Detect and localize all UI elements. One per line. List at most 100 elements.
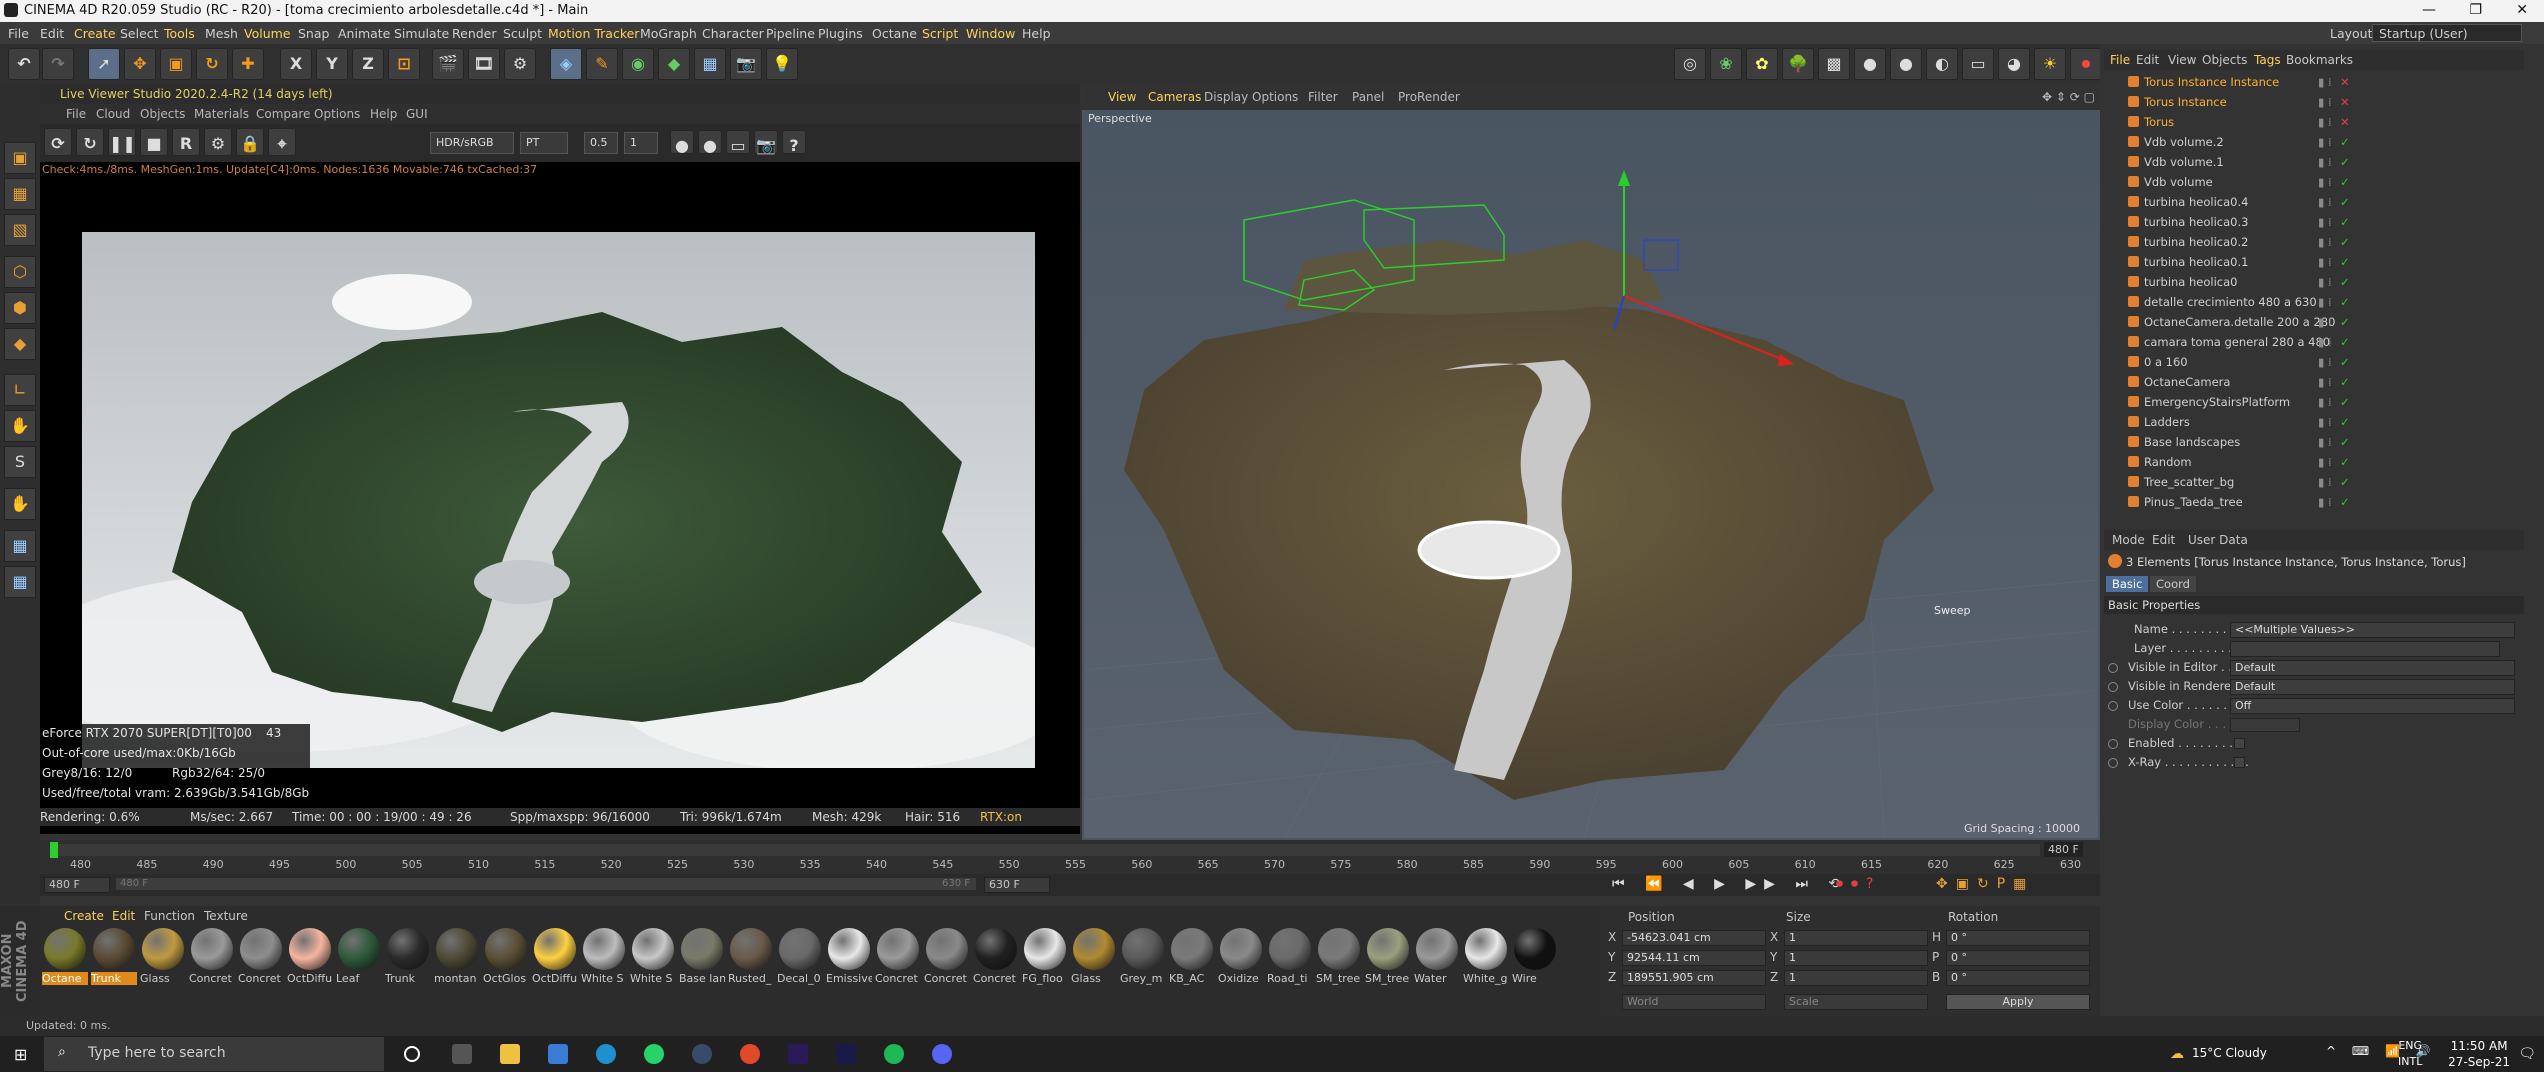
- menu-mesh[interactable]: Mesh: [205, 26, 238, 41]
- mat-menu-texture[interactable]: Texture: [204, 909, 248, 923]
- key-mode-icons[interactable]: ✥▣↻P▦: [1936, 876, 2034, 892]
- spotify-icon[interactable]: [884, 1044, 904, 1064]
- octane-sphere2-icon[interactable]: ●: [1890, 48, 1922, 80]
- size-y-field[interactable]: 1: [1784, 950, 1928, 966]
- material-swatch[interactable]: [191, 928, 233, 970]
- material-swatch[interactable]: [1514, 928, 1556, 970]
- menu-mograph[interactable]: MoGraph: [640, 26, 697, 41]
- material-swatch[interactable]: [1367, 928, 1409, 970]
- prop-vis-render-select[interactable]: Default: [2230, 679, 2515, 695]
- pos-z-field[interactable]: 189551.905 cm: [1622, 970, 1766, 986]
- scale-icon[interactable]: ▣: [160, 48, 192, 80]
- pos-x-field[interactable]: -54623.041 cm: [1622, 930, 1766, 946]
- size-x-field[interactable]: 1: [1784, 930, 1928, 946]
- om-menu-bookmarks[interactable]: Bookmarks: [2286, 53, 2353, 67]
- lv-dot-icon[interactable]: ●: [670, 130, 694, 155]
- material-swatch[interactable]: [142, 928, 184, 970]
- material-swatch[interactable]: [632, 928, 674, 970]
- enable-check-icon[interactable]: ✓: [2340, 355, 2350, 369]
- chrome-icon[interactable]: [740, 1044, 760, 1064]
- enable-check-icon[interactable]: ✕: [2340, 75, 2350, 89]
- object-row[interactable]: Ladders ▮ ⁞ ✓: [2104, 412, 2524, 432]
- lv-value1-field[interactable]: 0.5: [584, 132, 618, 154]
- grid2-icon[interactable]: ▦: [4, 566, 36, 598]
- material-swatch[interactable]: [730, 928, 772, 970]
- visibility-icon[interactable]: ▮ ⁞: [2318, 355, 2332, 369]
- render-view-icon[interactable]: 🎬: [432, 48, 464, 80]
- lv-menu-gui[interactable]: GUI: [406, 107, 428, 121]
- material-swatch[interactable]: [828, 928, 870, 970]
- octane-flower-icon[interactable]: ✿: [1746, 48, 1778, 80]
- visibility-icon[interactable]: ▮ ⁞: [2318, 75, 2332, 89]
- material-swatch[interactable]: [1416, 928, 1458, 970]
- input-language[interactable]: ENG INTL: [2398, 1038, 2422, 1070]
- pen-icon[interactable]: ✎: [586, 48, 618, 80]
- timeline-track[interactable]: [50, 844, 2040, 856]
- menu-motion-tracker[interactable]: Motion Tracker: [548, 26, 639, 41]
- taskbar-search[interactable]: ⌕ Type here to search: [44, 1037, 384, 1071]
- menu-sculpt[interactable]: Sculpt: [503, 26, 542, 41]
- rot-h-field[interactable]: 0 °: [1946, 930, 2090, 946]
- vp-menu-display[interactable]: Display: [1204, 90, 1248, 104]
- rotate-icon[interactable]: ↻: [196, 48, 228, 80]
- material-swatch[interactable]: [1269, 928, 1311, 970]
- material-swatch[interactable]: [436, 928, 478, 970]
- object-row[interactable]: turbina heolica0.3 ▮ ⁞ ✓: [2104, 212, 2524, 232]
- mat-menu-edit[interactable]: Edit: [112, 909, 135, 923]
- close-icon[interactable]: ✕: [2516, 2, 2528, 18]
- menu-render[interactable]: Render: [452, 26, 497, 41]
- taskbar-clock[interactable]: 11:50 AM 27-Sep-21: [2448, 1038, 2510, 1070]
- material-swatch[interactable]: [975, 928, 1017, 970]
- deformer-icon[interactable]: ◆: [658, 48, 690, 80]
- enable-check-icon[interactable]: ✓: [2340, 175, 2350, 189]
- grid-icon[interactable]: ▦: [4, 530, 36, 562]
- material-swatch[interactable]: [93, 928, 135, 970]
- visibility-icon[interactable]: ▮ ⁞: [2318, 415, 2332, 429]
- lv-menu-cloud[interactable]: Cloud: [96, 107, 130, 121]
- y-axis-icon[interactable]: Y: [316, 48, 348, 80]
- visibility-icon[interactable]: ▮ ⁞: [2318, 315, 2332, 329]
- lv-settings-icon[interactable]: ⚙: [204, 128, 232, 156]
- enable-check-icon[interactable]: ✕: [2340, 115, 2350, 129]
- material-swatch[interactable]: [1465, 928, 1507, 970]
- om-menu-tags[interactable]: Tags: [2254, 53, 2281, 67]
- vp-menu-prorender[interactable]: ProRender: [1398, 90, 1460, 104]
- lv-tonemap-select[interactable]: HDR/sRGB: [430, 132, 514, 154]
- visibility-icon[interactable]: ▮ ⁞: [2318, 335, 2332, 349]
- edge-icon[interactable]: [596, 1044, 616, 1064]
- anim-dot-icon[interactable]: [2108, 663, 2118, 673]
- xray-checkbox[interactable]: [2234, 757, 2245, 768]
- material-swatch[interactable]: [681, 928, 723, 970]
- lv-menu-objects[interactable]: Objects: [140, 107, 185, 121]
- menu-edit[interactable]: Edit: [40, 26, 64, 41]
- menu-tools[interactable]: Tools: [164, 26, 195, 41]
- whatsapp-icon[interactable]: [644, 1044, 664, 1064]
- object-row[interactable]: Tree_scatter_bg ▮ ⁞ ✓: [2104, 472, 2524, 492]
- record-keys-icon[interactable]: ⏺⏺?: [1836, 876, 1881, 892]
- material-swatch[interactable]: [485, 928, 527, 970]
- object-row[interactable]: Random ▮ ⁞ ✓: [2104, 452, 2524, 472]
- menu-plugins[interactable]: Plugins: [818, 26, 863, 41]
- display-color-swatch[interactable]: [2230, 718, 2300, 732]
- discord-icon[interactable]: [932, 1044, 952, 1064]
- end-frame-field[interactable]: 630 F: [984, 877, 1050, 893]
- lv-stop-icon[interactable]: ■: [140, 128, 168, 156]
- enabled-checkbox[interactable]: [2234, 738, 2245, 749]
- object-row[interactable]: turbina heolica0.1 ▮ ⁞ ✓: [2104, 252, 2524, 272]
- lv-menu-file[interactable]: File: [66, 107, 86, 121]
- timeline-ruler[interactable]: 480 485 490 495 500 505 510 515 520 525 530 535 540 5…: [40, 840, 2100, 874]
- preview-range-slider[interactable]: 480 F 630 F: [116, 878, 976, 890]
- material-swatch[interactable]: [583, 928, 625, 970]
- attr-menu-userdata[interactable]: User Data: [2188, 533, 2248, 547]
- octane-record-icon[interactable]: ⏺: [2070, 48, 2102, 80]
- z-axis-icon[interactable]: Z: [352, 48, 384, 80]
- texture-mode-icon[interactable]: ▦: [4, 178, 36, 210]
- weather-text[interactable]: 15°C Cloudy: [2192, 1046, 2267, 1060]
- world-select[interactable]: World: [1622, 994, 1766, 1010]
- model-mode-icon[interactable]: ▣: [4, 142, 36, 174]
- undo-icon[interactable]: ↶: [8, 48, 40, 80]
- object-row[interactable]: EmergencyStairsPlatform ▮ ⁞ ✓: [2104, 392, 2524, 412]
- tab-basic[interactable]: Basic: [2106, 576, 2149, 592]
- attr-menu-mode[interactable]: Mode: [2112, 533, 2145, 547]
- material-swatch[interactable]: [534, 928, 576, 970]
